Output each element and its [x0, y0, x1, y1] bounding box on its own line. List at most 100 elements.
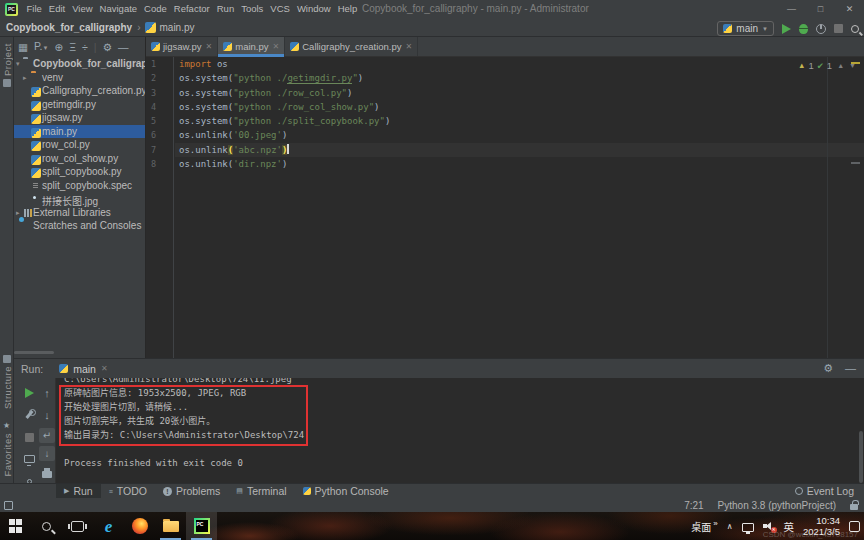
- project-hscrollbar[interactable]: [14, 351, 54, 354]
- tree-item-copybook-for-calligraphy[interactable]: ▾Copybook_for_calligraphy: [14, 57, 145, 71]
- collapse-all-icon[interactable]: Ξ: [69, 37, 76, 57]
- pycharm-taskbar-icon[interactable]: [186, 512, 217, 540]
- soft-wrap-icon[interactable]: ↵: [39, 428, 55, 443]
- ime-indicator[interactable]: 英: [784, 519, 795, 534]
- stop-button[interactable]: [22, 430, 36, 444]
- tool-window-button-terminal[interactable]: ▤Terminal: [228, 484, 294, 499]
- py-icon: [31, 86, 41, 97]
- chevron-right-icon[interactable]: ▸: [16, 209, 20, 217]
- tray-time: 10:34: [803, 515, 840, 526]
- expand-icon[interactable]: ÷: [82, 37, 88, 57]
- tree-item-split-copybook-py[interactable]: split_copybook.py: [14, 165, 145, 179]
- tree-item-main-py[interactable]: main.py: [14, 125, 145, 139]
- close-icon[interactable]: ✕: [206, 42, 213, 51]
- close-icon[interactable]: ✕: [273, 42, 280, 51]
- tree-item-split-copybook-spec[interactable]: split_copybook.spec: [14, 179, 145, 193]
- search-everywhere-button[interactable]: [851, 25, 859, 33]
- close-button[interactable]: ✕: [835, 0, 864, 18]
- internet-explorer-icon[interactable]: e: [93, 512, 124, 540]
- python-file-icon: [145, 22, 156, 33]
- tree-item-row-col-show-py[interactable]: row_col_show.py: [14, 152, 145, 166]
- menu-help[interactable]: Help: [334, 0, 361, 18]
- settings-gear-icon[interactable]: ⚙: [823, 359, 833, 378]
- network-icon[interactable]: [742, 523, 754, 532]
- settings-gear-icon[interactable]: ⚙: [103, 37, 112, 57]
- console-output[interactable]: C:\Users\Administrator\Desktop\724\11.jp…: [56, 378, 864, 483]
- run-button[interactable]: [782, 24, 791, 34]
- down-stack-trace-icon[interactable]: ↓: [40, 408, 54, 422]
- interpreter-widget[interactable]: Python 3.8 (pythonProject): [718, 500, 836, 511]
- menu-code[interactable]: Code: [141, 0, 171, 18]
- tool-window-button-run[interactable]: ▶Run: [56, 484, 101, 499]
- print-icon[interactable]: [40, 466, 54, 480]
- tool-window-button-problems[interactable]: !Problems: [155, 484, 228, 499]
- chevron-right-icon[interactable]: ▸: [23, 74, 27, 82]
- tree-item-external-libraries[interactable]: ▸External Libraries: [14, 206, 145, 220]
- desktop-toolbar[interactable]: 桌面»: [691, 519, 717, 534]
- lock-icon[interactable]: [850, 504, 858, 510]
- firefox-icon[interactable]: [124, 512, 155, 540]
- taskbar-search-icon[interactable]: [31, 512, 62, 540]
- editor-tab-main.py[interactable]: main.py✕: [218, 37, 285, 56]
- menu-run[interactable]: Run: [213, 0, 237, 18]
- menu-view[interactable]: View: [69, 0, 96, 18]
- run-configuration-select[interactable]: main ▼: [717, 21, 774, 36]
- tool-window-button-todo[interactable]: ≡TODO: [101, 484, 155, 499]
- menu-window[interactable]: Window: [293, 0, 334, 18]
- editor-tab-Calligraphy_creation.py[interactable]: Calligraphy_creation.py✕: [285, 37, 418, 56]
- event-log-button[interactable]: Event Log: [795, 483, 854, 498]
- hidden-icons-chevron[interactable]: ∧: [727, 522, 733, 531]
- profile-button[interactable]: [816, 24, 826, 34]
- start-button[interactable]: [0, 512, 31, 540]
- tree-item-getimgdir-py[interactable]: getimgdir.py: [14, 98, 145, 112]
- scroll-to-end-icon[interactable]: ↓: [39, 446, 55, 461]
- up-stack-trace-icon[interactable]: ↑: [40, 386, 54, 400]
- edit-config-icon[interactable]: [22, 408, 36, 422]
- code-area[interactable]: import osos.system("python ./getimgdir.p…: [175, 57, 864, 358]
- caret-position[interactable]: 7:21: [684, 500, 703, 511]
- file-explorer-icon[interactable]: [155, 512, 186, 540]
- tray-clock[interactable]: 10:34 2021/3/5: [803, 515, 840, 537]
- close-icon[interactable]: ✕: [406, 42, 413, 51]
- action-center-icon[interactable]: [849, 521, 860, 532]
- menu-tools[interactable]: Tools: [238, 0, 267, 18]
- tree-item-calligraphy-creation-py[interactable]: Calligraphy_creation.py: [14, 84, 145, 98]
- menu-vcs[interactable]: VCS: [267, 0, 294, 18]
- breadcrumb-file[interactable]: main.py: [159, 22, 194, 33]
- editor-tab-jigsaw.py[interactable]: jigsaw.py✕: [146, 37, 218, 56]
- tree-item-jigsaw-py[interactable]: jigsaw.py: [14, 111, 145, 125]
- tool-window-switcher-icon[interactable]: [4, 501, 13, 510]
- menu-refactor[interactable]: Refactor: [170, 0, 213, 18]
- volume-muted-icon[interactable]: ✕: [763, 521, 775, 531]
- console-scrollbar[interactable]: [859, 431, 863, 483]
- debug-button[interactable]: [799, 24, 808, 34]
- tool-stripe-favorites[interactable]: ★ Favorites: [0, 422, 14, 477]
- menu-file[interactable]: File: [23, 0, 45, 18]
- close-icon[interactable]: ✕: [101, 364, 108, 373]
- chevron-down-icon[interactable]: ▾: [16, 60, 20, 68]
- tree-item-scratches-and-consoles[interactable]: Scratches and Consoles: [14, 219, 145, 233]
- task-view-icon[interactable]: [62, 512, 93, 540]
- rerun-button[interactable]: [22, 386, 36, 400]
- tree-item-row-col-py[interactable]: row_col.py: [14, 138, 145, 152]
- maximize-button[interactable]: □: [806, 0, 835, 18]
- tool-window-button-python-console[interactable]: Python Console: [295, 484, 397, 499]
- inspection-widget[interactable]: ▲1 ✔1 ▲ ▼: [798, 60, 856, 71]
- locate-file-icon[interactable]: ⊕: [54, 37, 63, 57]
- project-view-dropdown[interactable]: P.▼: [34, 37, 49, 58]
- hide-panel-icon[interactable]: —: [118, 37, 129, 57]
- run-tab-main[interactable]: main ✕: [59, 363, 107, 375]
- prev-issue-icon[interactable]: ▲: [837, 62, 844, 69]
- show-console-icon[interactable]: [22, 452, 36, 466]
- project-view-icon[interactable]: ▦: [18, 37, 28, 57]
- tree-item--jpg[interactable]: 拼接长图.jpg: [14, 192, 145, 206]
- stop-button[interactable]: [834, 24, 843, 33]
- minimize-button[interactable]: —: [777, 0, 806, 18]
- tree-item-venv[interactable]: ▸venv: [14, 71, 145, 85]
- breadcrumb-project[interactable]: Copybook_for_calligraphy: [6, 22, 132, 33]
- tool-stripe-project[interactable]: Project: [0, 43, 14, 87]
- menu-edit[interactable]: Edit: [45, 0, 68, 18]
- hide-panel-icon[interactable]: —: [845, 359, 856, 378]
- menu-navigate[interactable]: Navigate: [96, 0, 141, 18]
- tool-stripe-structure[interactable]: Structure: [0, 355, 14, 409]
